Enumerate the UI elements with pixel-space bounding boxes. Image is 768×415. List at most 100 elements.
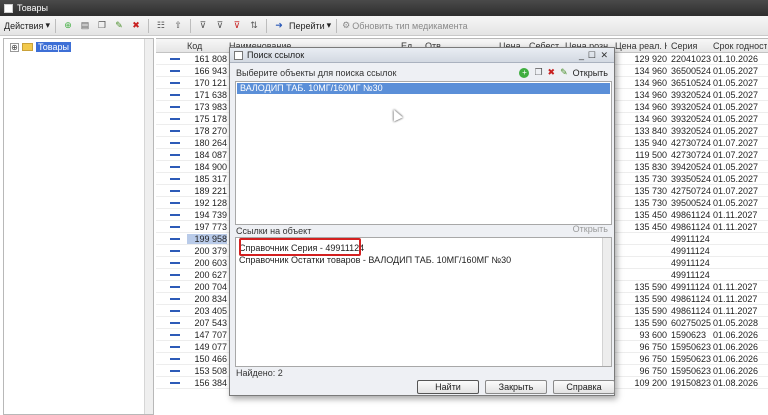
cell-series: 39500524 xyxy=(671,198,711,208)
list-item-selected[interactable]: ВАЛОДИП ТАБ. 10МГ/160МГ №30 xyxy=(237,83,610,94)
cell-real: 133 840 xyxy=(634,126,667,136)
column-header-code[interactable]: Код xyxy=(187,41,227,51)
cell-code: 200 603 xyxy=(194,258,227,268)
cell-code: 184 087 xyxy=(194,150,227,160)
cell-code: 166 943 xyxy=(194,66,227,76)
cell-series: 49911124 xyxy=(671,234,710,244)
cell-code: 199 958 xyxy=(187,234,227,244)
reference-item[interactable]: Справочник Серия - 49911124 xyxy=(239,238,364,256)
cell-expiry: 01.05.2028 xyxy=(713,318,759,328)
cell-series: 39320524 xyxy=(671,102,711,112)
add-icon[interactable]: ⊕ xyxy=(61,19,75,33)
item-marker-icon xyxy=(170,370,180,372)
cell-real: 109 200 xyxy=(634,378,667,388)
cell-real: 135 730 xyxy=(634,174,667,184)
delete-icon[interactable]: ✖ xyxy=(548,67,556,78)
cell-series: 42750724 xyxy=(671,186,711,196)
cell-real: 96 750 xyxy=(639,366,667,376)
cell-real: 135 590 xyxy=(634,306,667,316)
cell-code: 153 508 xyxy=(194,366,227,376)
update-medicine-type-button[interactable]: ⚙ Обновить тип медикамента xyxy=(342,20,467,31)
hierarchy-icon[interactable]: ☷ xyxy=(154,19,168,33)
cell-real: 134 960 xyxy=(634,114,667,124)
cell-expiry: 01.05.2027 xyxy=(713,102,759,112)
cell-real: 119 500 xyxy=(635,150,667,160)
reference-item[interactable]: Справочник Остатки товаров - ВАЛОДИП ТАБ… xyxy=(239,255,511,266)
cell-code: 200 379 xyxy=(194,246,227,256)
cell-series: 49911124 xyxy=(671,270,710,280)
copy-icon[interactable]: ❐ xyxy=(95,19,109,33)
clear-filter-icon[interactable]: ⊽ xyxy=(230,19,244,33)
cell-series: 22041023 xyxy=(671,54,711,64)
edit-icon[interactable]: ✎ xyxy=(560,67,568,78)
find-button[interactable]: Найти xyxy=(417,380,479,394)
column-header-expiry[interactable]: Срок годности xyxy=(713,41,767,51)
cell-expiry: 01.11.2027 xyxy=(713,282,758,292)
find-references-dialog: Поиск ссылок _ ☐ ✕ Выберите объекты для … xyxy=(229,47,615,396)
filter-value-icon[interactable]: ⊽ xyxy=(213,19,227,33)
close-icon[interactable]: ✕ xyxy=(600,50,608,61)
references-list[interactable]: Справочник Серия - 49911124 Справочник О… xyxy=(235,237,612,367)
cell-series: 49911124 xyxy=(671,246,710,256)
cell-real: 129 920 xyxy=(634,54,667,64)
copy-icon[interactable]: ❐ xyxy=(534,67,542,78)
item-marker-icon xyxy=(170,214,180,216)
cell-real: 135 830 xyxy=(634,162,667,172)
cell-expiry: 01.07.2027 xyxy=(713,186,759,196)
maximize-icon[interactable]: ☐ xyxy=(588,50,596,61)
tree-node-root[interactable]: ⊕ Товары xyxy=(10,42,71,52)
sort-icon[interactable]: ⇅ xyxy=(247,19,261,33)
column-header-real-price[interactable]: Цена реал. Н... xyxy=(615,41,667,51)
open-objects-button[interactable]: Открыть xyxy=(573,68,608,78)
item-marker-icon xyxy=(170,262,180,264)
column-header-series[interactable]: Серия xyxy=(671,41,711,51)
objects-list[interactable]: ВАЛОДИП ТАБ. 10МГ/160МГ №30 xyxy=(235,81,612,225)
actions-label: Действия xyxy=(4,20,44,31)
cell-expiry: 01.07.2027 xyxy=(713,138,759,148)
goto-icon[interactable]: ➜ xyxy=(272,19,286,33)
cell-expiry: 01.10.2026 xyxy=(713,54,759,64)
references-scrollbar[interactable] xyxy=(602,238,611,366)
item-marker-icon xyxy=(170,154,180,156)
cell-real: 135 590 xyxy=(634,294,667,304)
cell-series: 39320524 xyxy=(671,114,711,124)
goto-menu[interactable]: Перейти ▾ xyxy=(289,20,331,31)
cell-real: 135 590 xyxy=(634,282,667,292)
cell-expiry: 01.11.2027 xyxy=(713,222,758,232)
item-marker-icon xyxy=(170,334,180,336)
toolbar-separator xyxy=(265,18,267,33)
cell-code: 178 270 xyxy=(194,126,227,136)
cell-series: 49861124 xyxy=(671,306,711,316)
delete-icon[interactable]: ✖ xyxy=(129,19,143,33)
cell-code: 170 121 xyxy=(194,78,227,88)
dialog-title: Поиск ссылок xyxy=(247,50,305,60)
item-marker-icon xyxy=(170,118,180,120)
help-button[interactable]: Справка xyxy=(553,380,615,394)
tree-scrollbar[interactable] xyxy=(144,39,153,414)
add-group-icon[interactable]: ▤ xyxy=(78,19,92,33)
filter-icon[interactable]: ⊽ xyxy=(196,19,210,33)
cell-real: 135 730 xyxy=(634,186,667,196)
add-icon[interactable]: + xyxy=(519,67,530,78)
toolbar-separator xyxy=(189,18,191,33)
expand-icon[interactable]: ⊕ xyxy=(10,42,19,52)
cell-real: 96 750 xyxy=(639,354,667,364)
cell-code: 149 077 xyxy=(194,342,227,352)
cell-expiry: 01.05.2027 xyxy=(713,162,759,172)
cell-code: 192 128 xyxy=(194,198,227,208)
level-up-icon[interactable]: ⇧ xyxy=(171,19,185,33)
cell-real: 135 940 xyxy=(634,138,667,148)
app-window: Товары Действия ▾ ⊕ ▤ ❐ ✎ ✖ ☷ ⇧ ⊽ ⊽ ⊽ ⇅ ➜… xyxy=(0,0,768,415)
close-button[interactable]: Закрыть xyxy=(485,380,547,394)
cell-real: 134 960 xyxy=(634,78,667,88)
open-reference-button[interactable]: Открыть xyxy=(573,224,608,234)
minimize-icon[interactable]: _ xyxy=(579,50,584,60)
cell-expiry: 01.05.2027 xyxy=(713,198,759,208)
edit-icon[interactable]: ✎ xyxy=(112,19,126,33)
cell-code: 156 384 xyxy=(194,378,227,388)
dialog-titlebar: Поиск ссылок _ ☐ ✕ xyxy=(230,48,614,63)
item-marker-icon xyxy=(170,250,180,252)
actions-menu[interactable]: Действия ▾ xyxy=(4,20,50,31)
cell-code: 180 264 xyxy=(194,138,227,148)
item-marker-icon xyxy=(170,346,180,348)
